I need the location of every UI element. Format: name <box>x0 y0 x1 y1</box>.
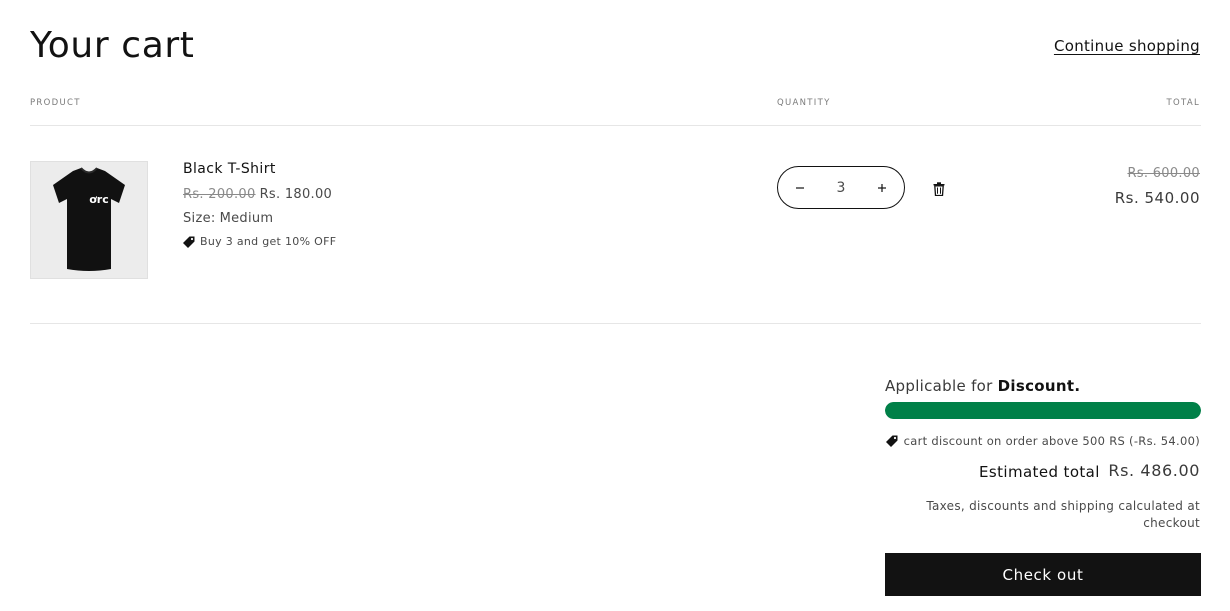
remove-item-button[interactable] <box>930 180 948 198</box>
column-header-product: PRODUCT <box>30 98 81 108</box>
divider <box>30 125 1201 126</box>
checkout-button[interactable]: Check out <box>885 553 1201 596</box>
page-title: Your cart <box>30 25 195 66</box>
product-promo: Buy 3 and get 10% OFF <box>183 235 336 248</box>
tshirt-logo: ơrc <box>89 193 109 206</box>
discount-progress-fill <box>885 402 1201 419</box>
product-price: Rs. 200.00 Rs. 180.00 <box>183 187 332 202</box>
discount-progress-bar <box>885 402 1201 419</box>
tax-note: Taxes, discounts and shipping calculated… <box>926 499 1200 530</box>
continue-shopping-link[interactable]: Continue shopping <box>1054 37 1200 55</box>
price-original: Rs. 200.00 <box>183 187 256 202</box>
increase-quantity-button[interactable] <box>872 178 892 198</box>
divider <box>30 323 1201 324</box>
product-option: Size: Medium <box>183 211 273 226</box>
promo-text: Buy 3 and get 10% OFF <box>200 235 337 248</box>
tag-icon <box>183 236 195 248</box>
product-image[interactable]: ơrc <box>30 161 148 279</box>
trash-icon <box>933 182 945 196</box>
product-name-link[interactable]: Black T-Shirt <box>183 161 276 177</box>
plus-icon <box>878 183 886 192</box>
line-total-original: Rs. 600.00 <box>1127 166 1200 181</box>
quantity-input[interactable] <box>821 178 861 197</box>
column-header-quantity: QUANTITY <box>777 98 831 108</box>
cart-discount: cart discount on order above 500 RS (-Rs… <box>885 434 1200 448</box>
estimated-total-label: Estimated total <box>979 463 1100 481</box>
price-discounted: Rs. 180.00 <box>259 187 333 202</box>
decrease-quantity-button[interactable] <box>790 178 810 198</box>
discount-title: Applicable for Discount. <box>885 377 1080 395</box>
discount-prefix: Applicable for <box>885 377 993 395</box>
estimated-total-value: Rs. 486.00 <box>1108 461 1200 480</box>
column-header-total: TOTAL <box>1166 98 1200 108</box>
option-label: Size: <box>183 211 216 226</box>
option-value: Medium <box>219 211 274 226</box>
minus-icon <box>796 186 804 189</box>
line-total-discounted: Rs. 540.00 <box>1114 189 1200 207</box>
tag-icon <box>885 435 898 447</box>
cart-discount-text: cart discount on order above 500 RS (-Rs… <box>903 434 1200 448</box>
tshirt-icon: ơrc <box>53 167 125 271</box>
discount-bold: Discount. <box>997 377 1081 395</box>
quantity-stepper <box>777 166 905 209</box>
